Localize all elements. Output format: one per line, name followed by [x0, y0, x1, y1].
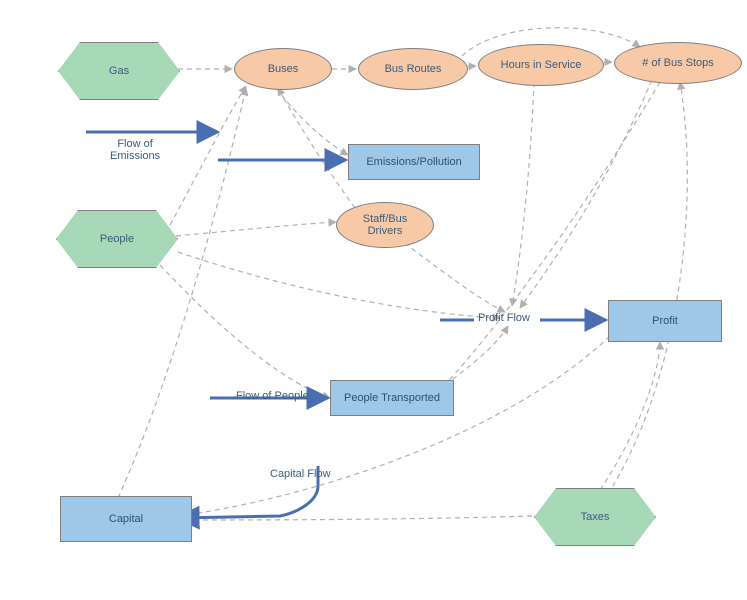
node-stops[interactable]: # of Bus Stops: [614, 42, 742, 84]
node-taxes[interactable]: Taxes: [534, 488, 656, 546]
node-capital[interactable]: Capital: [60, 496, 192, 542]
flow-label-emissions: Flow of Emissions: [110, 138, 160, 162]
node-label: Emissions/Pollution: [366, 156, 461, 168]
node-label: Taxes: [581, 511, 610, 523]
node-buses[interactable]: Buses: [234, 48, 332, 90]
diagram-canvas: Gas People Taxes Buses Bus Routes Hours …: [0, 0, 747, 600]
node-label: People: [100, 233, 134, 245]
node-people[interactable]: People: [56, 210, 178, 268]
node-emissions[interactable]: Emissions/Pollution: [348, 144, 480, 180]
node-gas[interactable]: Gas: [58, 42, 180, 100]
node-label: Hours in Service: [501, 59, 582, 71]
flow-label-people: Flow of People: [236, 390, 309, 402]
node-hours[interactable]: Hours in Service: [478, 44, 604, 86]
node-label: People Transported: [344, 392, 440, 404]
flow-label-profit: Profit Flow: [478, 312, 530, 324]
node-label: Bus Routes: [385, 63, 442, 75]
node-profit[interactable]: Profit: [608, 300, 722, 342]
node-label: Profit: [652, 315, 678, 327]
node-label: Capital: [109, 513, 143, 525]
node-transported[interactable]: People Transported: [330, 380, 454, 416]
node-staff[interactable]: Staff/Bus Drivers: [336, 202, 434, 248]
node-label: Buses: [268, 63, 299, 75]
node-busroutes[interactable]: Bus Routes: [358, 48, 468, 90]
flow-label-capital: Capital Flow: [270, 468, 331, 480]
node-label: Gas: [109, 65, 129, 77]
node-label: Staff/Bus Drivers: [363, 213, 407, 237]
node-label: # of Bus Stops: [642, 57, 714, 69]
